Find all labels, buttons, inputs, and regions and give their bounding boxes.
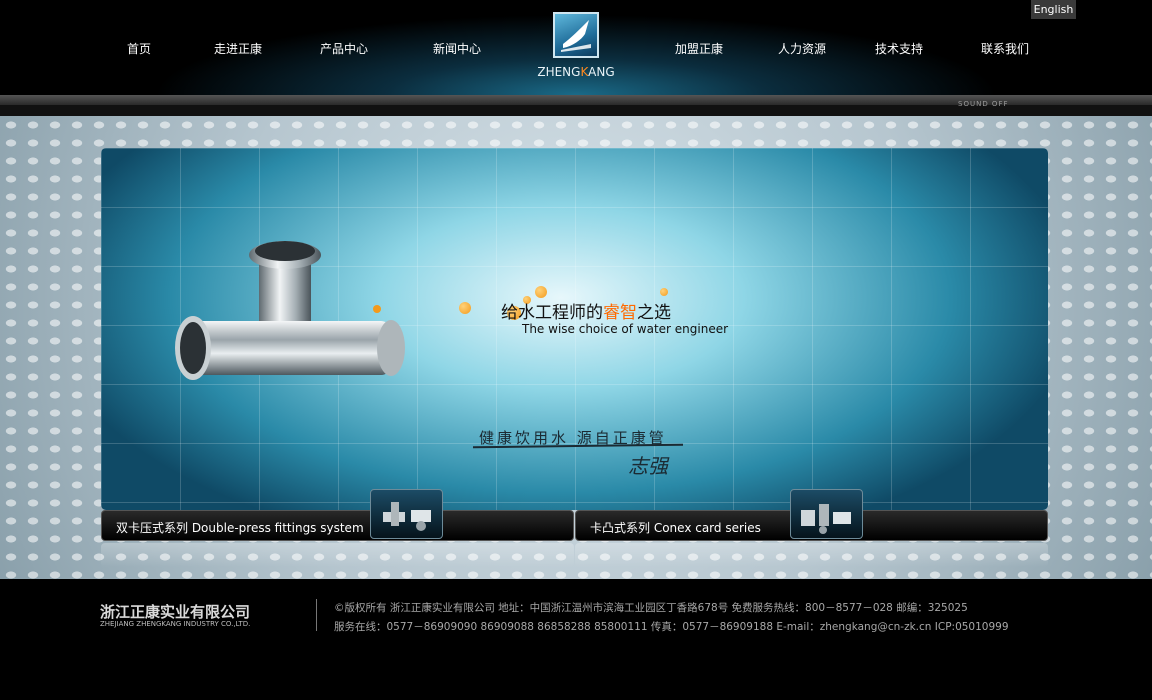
tab-double-press-series[interactable]: 双卡压式系列 Double-press fittings system <box>101 489 574 541</box>
nav-hr[interactable]: 人力资源 <box>778 40 826 57</box>
nav-contact[interactable]: 联系我们 <box>981 40 1029 57</box>
logo-wordmark: ZHENGKANG <box>537 65 615 79</box>
nav-tech-support[interactable]: 技术支持 <box>875 40 923 57</box>
decor-bubble <box>535 286 547 298</box>
nav-home[interactable]: 首页 <box>127 40 151 57</box>
hero-banner: 给水工程师的睿智之选 The wise choice of water engi… <box>101 148 1048 510</box>
nav-franchise[interactable]: 加盟正康 <box>675 40 723 57</box>
logo-mark-icon <box>553 12 599 58</box>
tab-label: 卡凸式系列 Conex card series <box>590 521 761 535</box>
footer-company-name: 浙江正康实业有限公司 <box>100 603 251 621</box>
footer-copyright-line: ©版权所有 浙江正康实业有限公司 地址：中国浙江温州市滨海工业园区丁香路678号… <box>334 602 968 614</box>
footer-company-name-en: ZHEJIANG ZHENGKANG INDUSTRY CO.,LTD. <box>100 620 251 628</box>
site-footer: 浙江正康实业有限公司 ZHEJIANG ZHENGKANG INDUSTRY C… <box>0 579 1152 700</box>
decor-bubble <box>459 302 471 314</box>
tab-label: 双卡压式系列 Double-press fittings system <box>116 521 364 535</box>
sound-toggle[interactable]: SOUND OFF <box>958 100 1009 108</box>
tee-fitting-image <box>175 241 405 380</box>
tab-reflection <box>575 543 1048 567</box>
double-press-thumbnail <box>370 489 443 539</box>
footer-divider <box>316 599 317 631</box>
company-logo[interactable]: ZHENGKANG <box>534 12 618 82</box>
site-header: English 首页 走进正康 产品中心 新闻中心 加盟正康 人力资源 技术支持… <box>0 0 1152 95</box>
main-stage: 给水工程师的睿智之选 The wise choice of water engi… <box>0 116 1152 579</box>
footer-contact-line: 服务在线：0577－86909090 86909088 86858288 858… <box>334 621 1009 633</box>
tab-conex-card-series[interactable]: 卡凸式系列 Conex card series <box>575 489 1048 541</box>
nav-products[interactable]: 产品中心 <box>320 40 368 57</box>
decor-bubble <box>660 288 668 296</box>
nav-news[interactable]: 新闻中心 <box>433 40 481 57</box>
tab-reflection <box>101 543 574 567</box>
banner-slogan-cn: 给水工程师的睿智之选 <box>501 303 671 323</box>
conex-card-thumbnail <box>790 489 863 539</box>
signature: 志强 <box>628 454 668 478</box>
english-language-button[interactable]: English <box>1031 0 1076 19</box>
banner-slogan-en: The wise choice of water engineer <box>522 322 729 336</box>
nav-about[interactable]: 走进正康 <box>214 40 262 57</box>
